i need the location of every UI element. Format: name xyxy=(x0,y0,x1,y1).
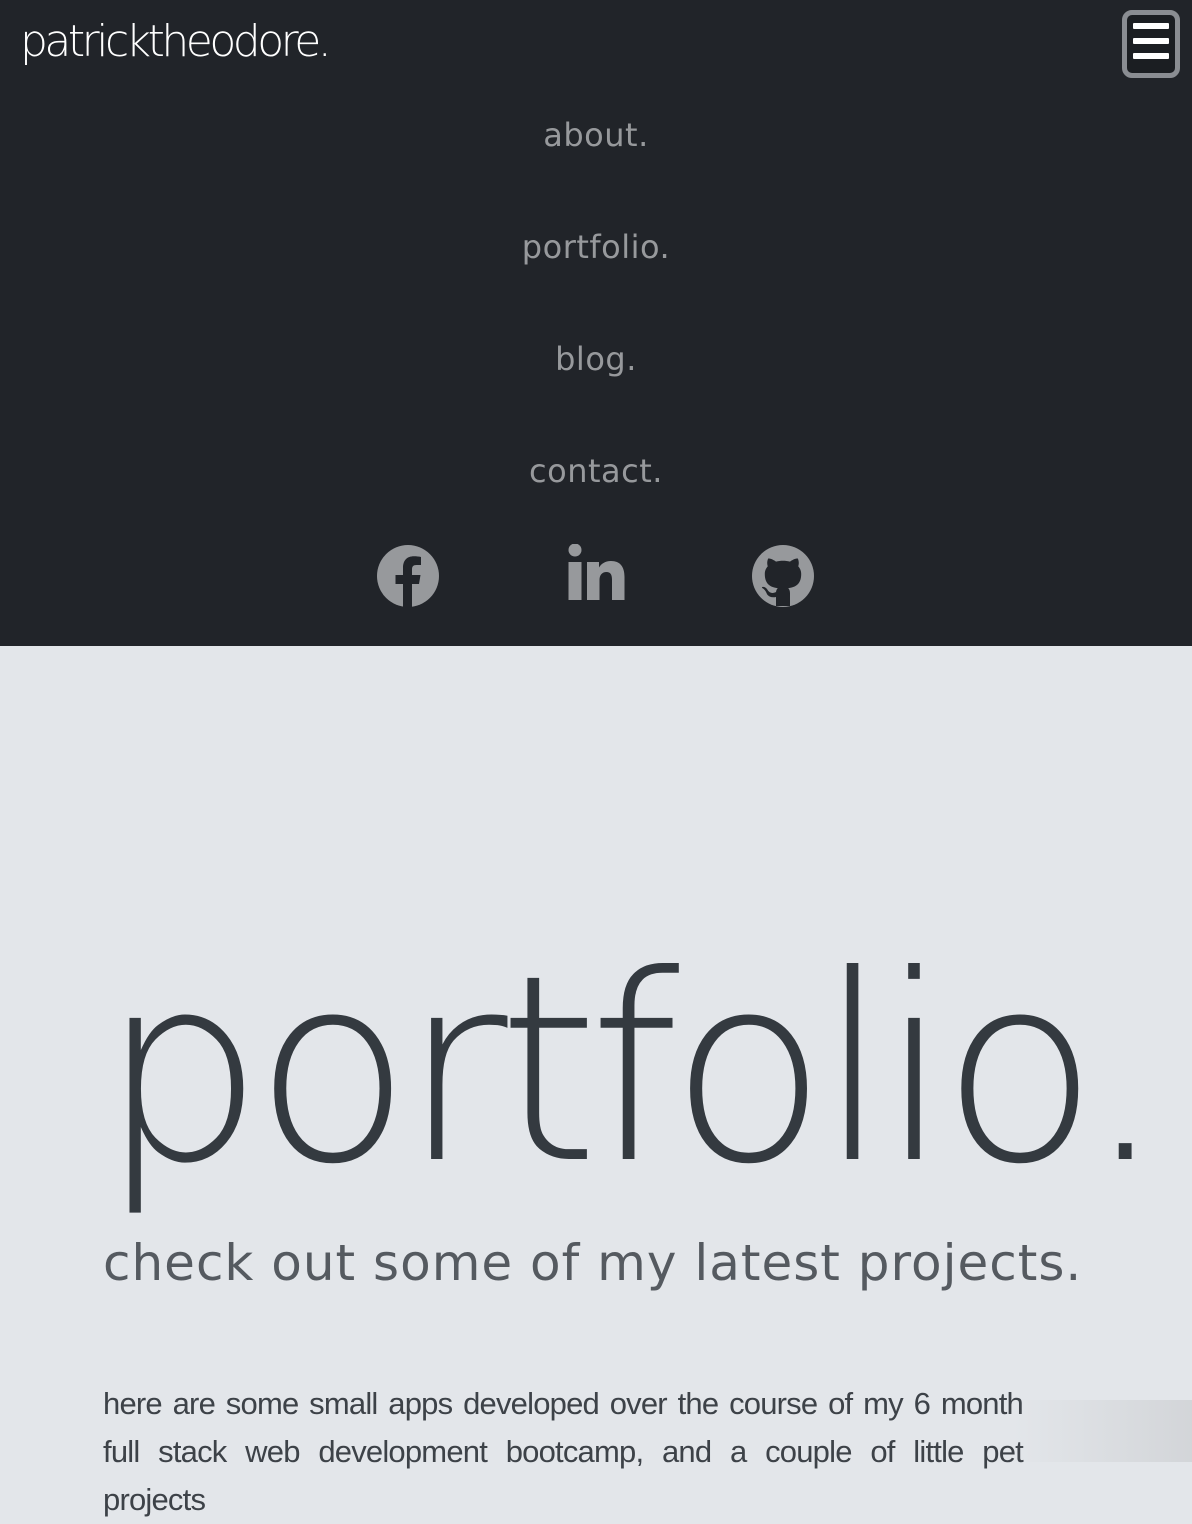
hamburger-menu-icon-bar xyxy=(1133,38,1169,44)
page-title: portfolio. xyxy=(100,920,1166,1220)
facebook-link[interactable] xyxy=(376,544,440,608)
nav-link-blog[interactable]: blog. xyxy=(0,339,1192,379)
linkedin-icon xyxy=(568,544,625,600)
page-subtitle: check out some of my latest projects. xyxy=(103,1234,1083,1292)
nav-link-portfolio[interactable]: portfolio. xyxy=(0,227,1192,267)
brand-logo[interactable]: patricktheodore. xyxy=(20,14,332,70)
github-icon xyxy=(752,545,814,607)
hamburger-menu-icon-bar xyxy=(1133,53,1169,59)
intro-paragraph: here are some small apps developed over … xyxy=(103,1386,1024,1517)
nav-link-contact[interactable]: contact. xyxy=(0,451,1192,491)
facebook-icon xyxy=(377,545,439,608)
nav-link-about[interactable]: about. xyxy=(0,115,1192,155)
linkedin-link[interactable] xyxy=(564,544,628,608)
navigation-panel: patricktheodore. about. portfolio. blog.… xyxy=(0,0,1192,646)
github-link[interactable] xyxy=(751,544,815,608)
hamburger-menu-icon xyxy=(1133,23,1169,29)
hamburger-menu-button[interactable] xyxy=(1122,10,1180,78)
